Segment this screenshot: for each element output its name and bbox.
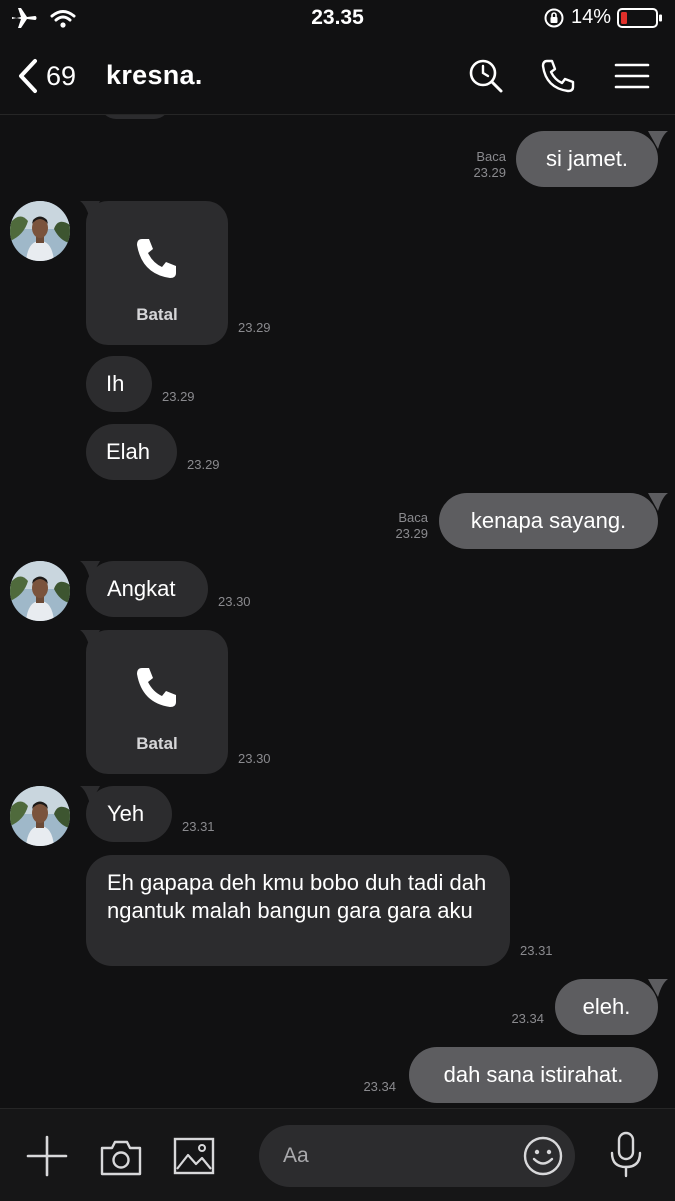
- search-icon[interactable]: [468, 58, 504, 94]
- bubble-tail: [80, 201, 100, 219]
- bubble-tail: [80, 561, 100, 579]
- phone-icon[interactable]: [540, 58, 576, 94]
- message-meta: Baca 23.29: [362, 510, 428, 542]
- incoming-message[interactable]: Elah: [86, 424, 177, 480]
- message-input-placeholder: Aa: [283, 1144, 309, 1167]
- timestamp: 23.30: [218, 594, 251, 609]
- profile-photo: [10, 786, 70, 846]
- chat-title: kresna.: [106, 60, 203, 90]
- composer-bar: Aa: [0, 1108, 675, 1201]
- outgoing-message[interactable]: si jamet.: [516, 131, 658, 187]
- timestamp: 23.29: [187, 457, 220, 472]
- back-button[interactable]: 69: [16, 58, 76, 94]
- battery-icon: [617, 7, 662, 28]
- status-right: 14%: [543, 6, 663, 29]
- timestamp: 23.29: [162, 389, 195, 404]
- profile-photo: [10, 561, 70, 621]
- phone-icon: [137, 668, 176, 707]
- message-list[interactable]: Baca 23.29 si jamet. Batal 23.29 Ih 23.2…: [0, 115, 675, 1108]
- bubble-tail: [648, 493, 668, 511]
- incoming-message[interactable]: Eh gapapa deh kmu bobo duh tadi dah ngan…: [86, 855, 510, 966]
- bubble-tail: [648, 979, 668, 997]
- status-bar: 23.35 14%: [0, 0, 675, 38]
- phone-icon: [137, 239, 176, 278]
- timestamp: 23.34: [511, 1011, 544, 1026]
- microphone-icon[interactable]: [608, 1131, 644, 1179]
- plus-icon[interactable]: [26, 1135, 68, 1177]
- smiley-icon[interactable]: [523, 1136, 563, 1176]
- unread-count: 69: [46, 60, 77, 91]
- call-status: Batal: [136, 734, 178, 753]
- bubble-tail: [80, 786, 100, 804]
- chevron-left-icon: [19, 59, 37, 93]
- timestamp: 23.29: [395, 526, 428, 541]
- profile-photo: [10, 201, 70, 261]
- image-icon[interactable]: [173, 1137, 215, 1175]
- previous-message-edge: [100, 115, 170, 119]
- timestamp: 23.31: [182, 819, 215, 834]
- outgoing-message[interactable]: kenapa sayang.: [439, 493, 658, 549]
- outgoing-message[interactable]: dah sana istirahat.: [409, 1047, 658, 1103]
- battery-percent: 14%: [570, 6, 611, 28]
- call-message[interactable]: Batal: [86, 630, 228, 774]
- camera-icon[interactable]: [99, 1137, 143, 1177]
- bubble-tail: [80, 630, 100, 648]
- incoming-message[interactable]: Ih: [86, 356, 152, 412]
- call-status: Batal: [136, 305, 178, 324]
- chat-header: 69 kresna.: [0, 40, 675, 115]
- avatar[interactable]: [10, 201, 70, 261]
- timestamp: 23.34: [363, 1079, 396, 1094]
- timestamp: 23.31: [520, 943, 553, 958]
- avatar[interactable]: [10, 561, 70, 621]
- timestamp: 23.29: [238, 320, 271, 335]
- timestamp: 23.29: [473, 165, 506, 180]
- message-meta: Baca 23.29: [440, 149, 506, 181]
- call-message[interactable]: Batal: [86, 201, 228, 345]
- incoming-message[interactable]: Angkat: [86, 561, 208, 617]
- read-receipt: Baca: [476, 149, 506, 164]
- outgoing-message[interactable]: eleh.: [555, 979, 658, 1035]
- timestamp: 23.30: [238, 751, 271, 766]
- message-input[interactable]: Aa: [259, 1125, 575, 1187]
- menu-icon[interactable]: [614, 58, 650, 94]
- rotation-lock-icon: [544, 8, 564, 27]
- read-receipt: Baca: [398, 510, 428, 525]
- avatar[interactable]: [10, 786, 70, 846]
- bubble-tail: [648, 131, 668, 149]
